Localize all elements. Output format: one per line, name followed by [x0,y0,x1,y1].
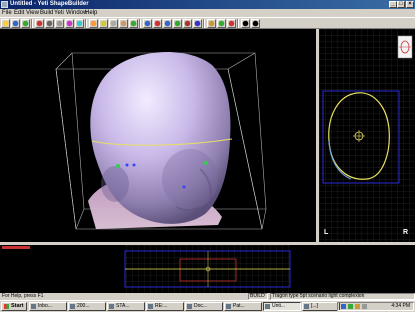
taskbar-button[interactable]: STA... [107,302,145,311]
taskbar-button[interactable]: Doc... [185,302,223,311]
toolbar [0,17,415,29]
taskbar-button[interactable]: Unti... [263,302,301,311]
taskbar-button[interactable]: [...] [302,302,340,311]
toolbar-button[interactable] [241,19,250,28]
status-mode: BUILD [250,293,265,299]
toolbar-separator [85,19,87,28]
landmark-marker[interactable] [204,161,208,165]
app-icon [187,304,192,309]
toolbar-button[interactable] [153,19,162,28]
toolbar-button[interactable] [21,19,30,28]
minimize-button[interactable]: _ [389,1,397,8]
toolbar-button[interactable] [173,19,182,28]
toolbar-button[interactable] [45,19,54,28]
menu-build[interactable]: Build [40,9,53,17]
tray-icon[interactable] [348,304,353,309]
viewport-3d[interactable] [0,29,316,242]
left-label: L [324,229,329,236]
toolbar-button[interactable] [129,19,138,28]
toolbar-separator [237,19,239,28]
toolbar-button[interactable] [65,19,74,28]
toolbar-button[interactable] [1,19,10,28]
toolbar-button[interactable] [163,19,172,28]
taskbar-button[interactable]: Inbo... [29,302,67,311]
toolbar-button[interactable] [109,19,118,28]
menu-help[interactable]: Help [85,9,97,17]
model-view [55,51,267,230]
status-bar: For Help, press F1 BUILD Tragon type 5pt… [0,293,415,300]
windows-logo-icon [4,304,9,309]
menu-bar: File Edit View Build Yeti Window Help [0,9,415,17]
slice-strip [2,245,291,293]
app-icon [265,304,270,309]
system-tray: 4:34 PM [337,302,414,311]
app-icon [31,304,36,309]
window-title: Untitled - Yeti ShapeBuilder [10,1,89,7]
toolbar-button[interactable] [227,19,236,28]
close-button[interactable]: × [406,1,414,8]
app-icon [226,304,231,309]
tray-icon[interactable] [355,304,360,309]
app-icon [304,304,309,309]
slice-view [319,29,415,242]
taskbar: Start Inbo... 200... STA... RE:... Doc... Pat… [0,300,415,312]
toolbar-button[interactable] [89,19,98,28]
toolbar-button[interactable] [143,19,152,28]
app-icon[interactable] [1,1,8,8]
clock: 4:34 PM [391,303,410,309]
ear-shadow [101,166,129,202]
toolbar-button[interactable] [99,19,108,28]
start-button[interactable]: Start [1,302,27,311]
menu-file[interactable]: File [2,9,12,17]
toolbar-button[interactable] [207,19,216,28]
timeline-marker[interactable] [2,246,30,249]
toolbar-button[interactable] [75,19,84,28]
toolbar-button[interactable] [251,19,260,28]
toolbar-button[interactable] [183,19,192,28]
landmark-marker[interactable] [116,164,120,168]
viewport-2d[interactable]: L R [319,29,415,242]
status-scenario: Tragon type 5pt scenario light complexio… [272,293,365,299]
status-help: For Help, press F1 [2,293,44,299]
landmark-marker[interactable] [125,163,129,167]
toolbar-button[interactable] [55,19,64,28]
app-icon [148,304,153,309]
taskbar-button[interactable]: Pat... [224,302,262,311]
landmark-marker[interactable] [132,163,136,167]
tray-icon[interactable] [341,304,346,309]
menu-edit[interactable]: Edit [14,9,24,17]
app-icon [109,304,114,309]
toolbar-separator [203,19,205,28]
toolbar-button[interactable] [193,19,202,28]
toolbar-button[interactable] [217,19,226,28]
taskbar-button[interactable]: RE:... [146,302,184,311]
toolbar-button[interactable] [35,19,44,28]
right-label: R [403,229,409,236]
toolbar-button[interactable] [119,19,128,28]
taskbar-button[interactable]: 200... [68,302,106,311]
toolbar-separator [31,19,33,28]
toolbar-button[interactable] [11,19,20,28]
menu-view[interactable]: View [26,9,39,17]
tray-icon[interactable] [362,304,367,309]
timeline-view[interactable] [0,245,415,293]
menu-yeti[interactable]: Yeti [54,9,64,17]
landmark-marker[interactable] [182,185,186,189]
title-bar: Untitled - Yeti ShapeBuilder _ □ × [0,0,415,9]
maximize-button[interactable]: □ [397,1,405,8]
grid [319,29,415,242]
toolbar-separator [139,19,141,28]
app-icon [70,304,75,309]
